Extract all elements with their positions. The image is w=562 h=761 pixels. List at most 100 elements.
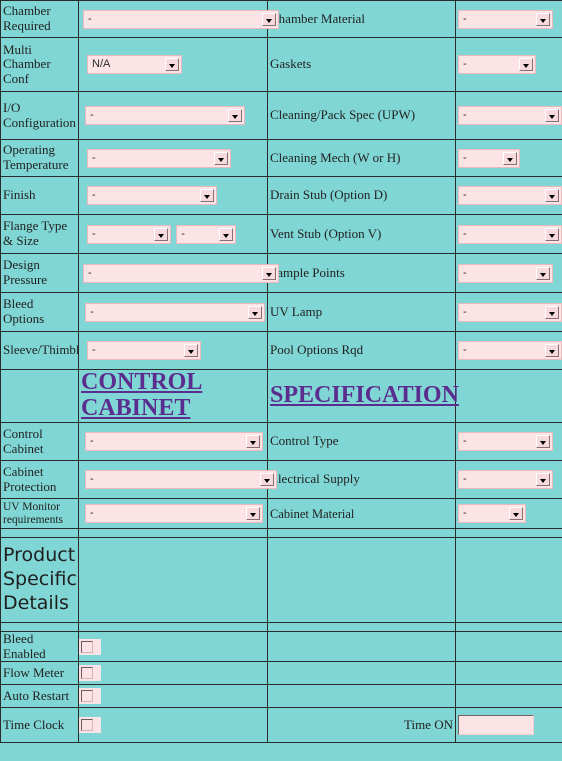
chevron-down-icon[interactable]	[536, 266, 550, 280]
cabinet-protection-select[interactable]: -	[85, 470, 277, 489]
chevron-down-icon[interactable]	[154, 227, 168, 241]
table-row: Operating Temperature - Cleaning Mech (W…	[0, 139, 562, 177]
time-clock-checkbox[interactable]	[81, 719, 93, 732]
heading-control-cabinet-cell: CONTROL CABINET	[78, 369, 268, 423]
bleed-enabled-checkbox-wrap	[79, 638, 101, 655]
spacer-cell	[78, 528, 268, 538]
label-vent-stub: Vent Stub (Option V)	[267, 214, 456, 254]
chevron-down-icon[interactable]	[246, 507, 260, 520]
sample-points-select[interactable]: -	[458, 263, 553, 283]
spacer-cell	[267, 528, 456, 538]
spacer-row	[0, 622, 562, 632]
gaskets-select[interactable]: -	[458, 55, 536, 74]
electrical-supply-select[interactable]: -	[458, 470, 553, 489]
pool-options-select[interactable]: -	[458, 341, 562, 360]
product-specific-blank-3	[267, 537, 456, 623]
heading-specification: SPECIFICATION	[270, 382, 459, 409]
uv-lamp-select[interactable]: -	[458, 302, 562, 322]
label-cabinet-protection: Cabinet Protection	[0, 460, 79, 499]
label-multi-chamber-conf: Multi Chamber Conf	[0, 37, 79, 92]
chevron-down-icon[interactable]	[536, 12, 550, 26]
cleaning-mech-select[interactable]: -	[458, 148, 520, 168]
field-time-clock	[78, 707, 268, 744]
multi-chamber-conf-value: N/A	[92, 58, 111, 70]
label-control-cabinet: Control Cabinet	[0, 422, 79, 461]
vent-stub-select[interactable]: -	[458, 224, 562, 244]
cleaning-pack-spec-value: -	[463, 109, 467, 121]
chevron-down-icon[interactable]	[536, 473, 550, 486]
flow-meter-checkbox[interactable]	[81, 667, 93, 680]
flow-meter-checkbox-wrap	[79, 665, 101, 682]
chevron-down-icon[interactable]	[536, 435, 550, 448]
chevron-down-icon[interactable]	[509, 507, 523, 520]
heading-spacer-left	[0, 369, 79, 423]
field-drain-stub: -	[455, 176, 562, 215]
chevron-down-icon[interactable]	[246, 435, 260, 448]
chevron-down-icon[interactable]	[219, 227, 234, 241]
sleeve-thimble-select[interactable]: -	[87, 341, 201, 360]
bleed-enabled-checkbox[interactable]	[81, 640, 93, 653]
auto-restart-blank-4	[455, 684, 562, 709]
chevron-down-icon[interactable]	[165, 58, 179, 71]
io-configuration-select[interactable]: -	[85, 106, 245, 125]
field-bleed-options: -	[78, 292, 268, 332]
time-clock-checkbox-wrap	[79, 717, 101, 734]
bleed-options-select[interactable]: -	[85, 302, 265, 322]
multi-chamber-conf-select[interactable]: N/A	[87, 55, 182, 74]
label-auto-restart: Auto Restart	[0, 684, 79, 709]
field-multi-chamber-conf: N/A	[78, 37, 268, 92]
auto-restart-checkbox[interactable]	[81, 690, 93, 703]
chevron-down-icon[interactable]	[248, 305, 262, 319]
flange-type-select[interactable]: -	[87, 224, 171, 244]
label-chamber-material: Chamber Material	[267, 0, 456, 38]
chevron-down-icon[interactable]	[260, 473, 274, 486]
drain-stub-select[interactable]: -	[458, 186, 562, 205]
chevron-down-icon[interactable]	[545, 227, 559, 241]
flange-size-select[interactable]: -	[176, 224, 237, 244]
chevron-down-icon[interactable]	[545, 344, 559, 357]
uv-lamp-value: -	[463, 305, 467, 318]
table-row: Finish - Drain Stub (Option D) -	[0, 176, 562, 215]
cabinet-material-select[interactable]: -	[458, 504, 526, 523]
label-io-configuration: I/O Configuration	[0, 91, 79, 140]
label-cleaning-pack-spec: Cleaning/Pack Spec (UPW)	[267, 91, 456, 140]
field-auto-restart	[78, 684, 268, 709]
product-specific-details-cell: Product Specific Details	[0, 537, 79, 623]
control-type-select[interactable]: -	[458, 432, 553, 451]
field-control-type: -	[455, 422, 562, 461]
chevron-down-icon[interactable]	[545, 189, 559, 202]
chevron-down-icon[interactable]	[262, 12, 276, 26]
chamber-material-select[interactable]: -	[458, 9, 553, 29]
table-row: UV Monitor requirements - Cabinet Materi…	[0, 498, 562, 529]
chevron-down-icon[interactable]	[503, 151, 517, 165]
field-io-configuration: -	[78, 91, 268, 140]
chevron-down-icon[interactable]	[545, 109, 559, 122]
chevron-down-icon[interactable]	[228, 109, 242, 122]
spacer-cell	[267, 622, 456, 632]
sample-points-value: -	[463, 266, 467, 279]
finish-select[interactable]: -	[87, 186, 217, 205]
chevron-down-icon[interactable]	[519, 58, 533, 71]
label-operating-temperature: Operating Temperature	[0, 139, 79, 177]
product-specific-row: Product Specific Details	[0, 537, 562, 623]
label-sample-points: Sample Points	[267, 253, 456, 293]
heading-control-cabinet: CONTROL CABINET	[81, 369, 203, 421]
design-pressure-select[interactable]: -	[83, 263, 279, 283]
time-on-input[interactable]	[458, 715, 534, 736]
bleed-enabled-blank-4	[455, 630, 562, 663]
uv-monitor-select[interactable]: -	[85, 504, 263, 523]
spacer-cell	[78, 622, 268, 632]
chamber-required-select[interactable]: -	[83, 9, 279, 29]
label-pool-options-rqd: Pool Options Rqd	[267, 331, 456, 370]
control-cabinet-select[interactable]: -	[85, 432, 263, 451]
chevron-down-icon[interactable]	[214, 151, 228, 165]
table-row: Flange Type & Size - - Vent Stub (Option…	[0, 214, 562, 254]
field-flange-type-size: - -	[78, 214, 268, 254]
operating-temperature-select[interactable]: -	[87, 148, 231, 168]
chevron-down-icon[interactable]	[184, 344, 198, 357]
chevron-down-icon[interactable]	[262, 266, 276, 280]
chevron-down-icon[interactable]	[545, 305, 559, 319]
cleaning-pack-spec-select[interactable]: -	[458, 106, 562, 125]
label-bleed-options: Bleed Options	[0, 292, 79, 332]
chevron-down-icon[interactable]	[200, 189, 214, 202]
